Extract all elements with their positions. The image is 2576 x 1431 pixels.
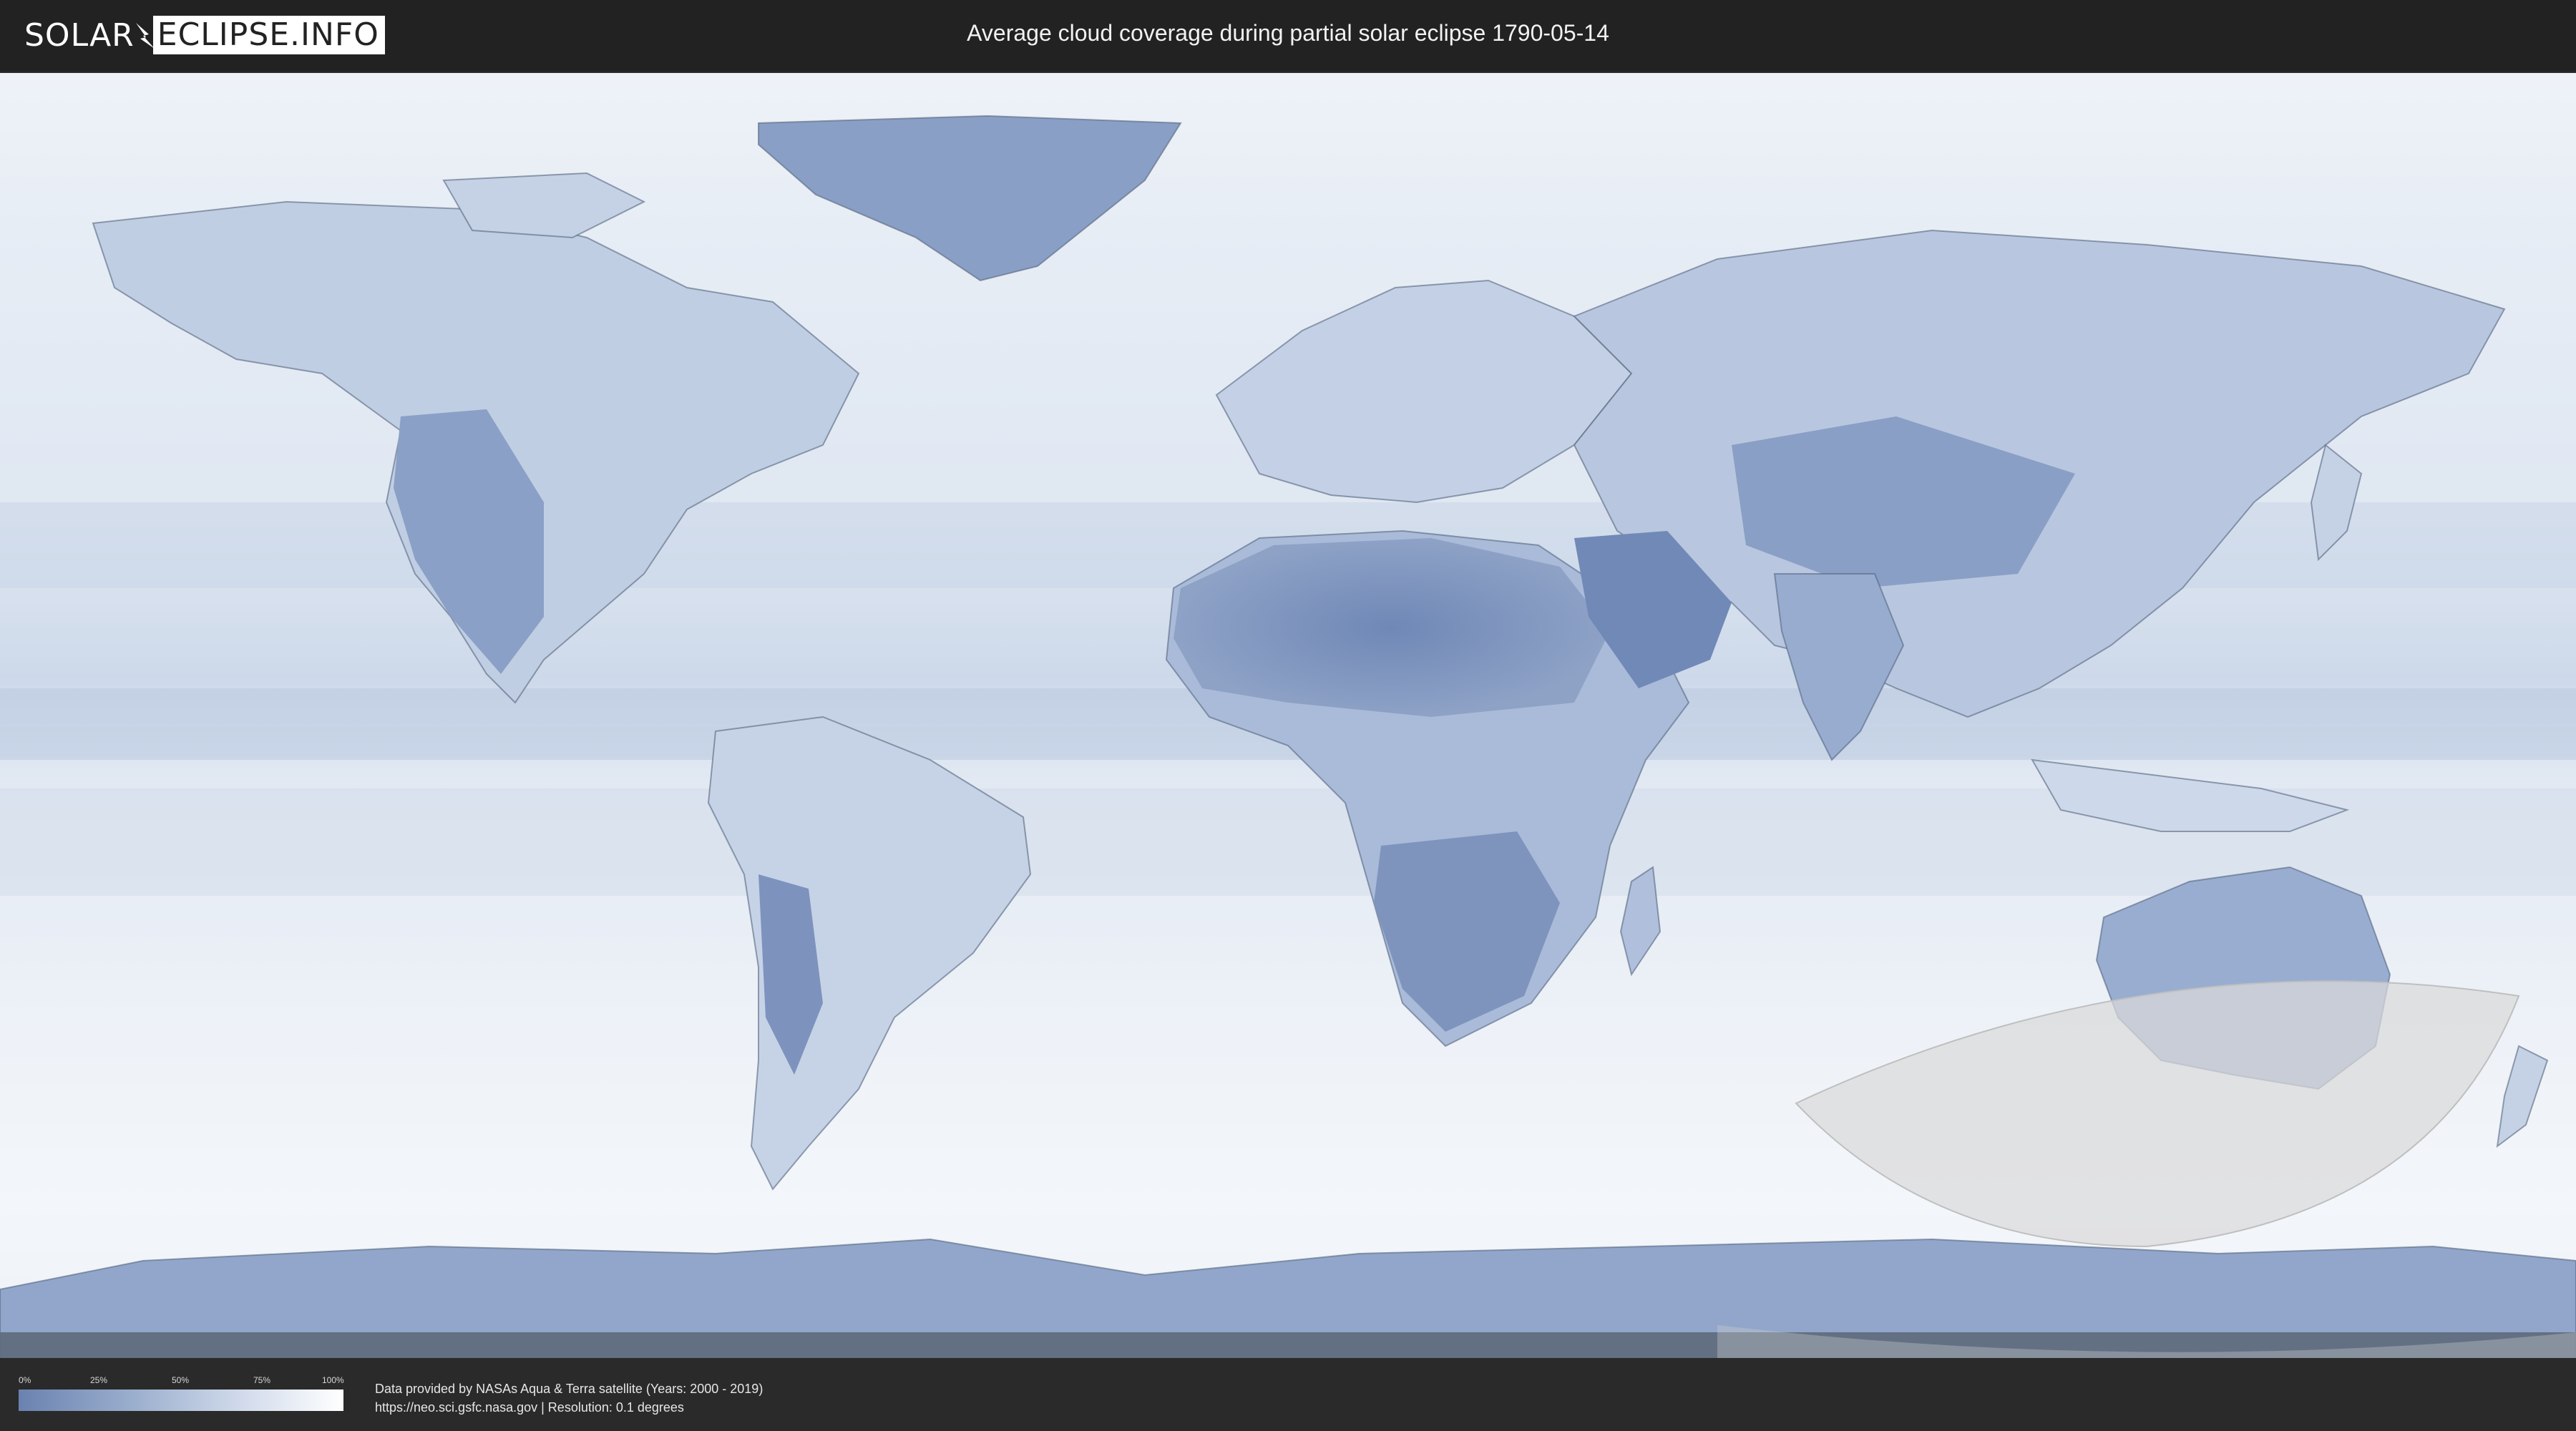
sahara-dry xyxy=(1174,538,1610,717)
credits-line-url: https://neo.sci.gsfc.nasa.gov | Resoluti… xyxy=(375,1400,684,1415)
credits-line-source: Data provided by NASAs Aqua & Terra sate… xyxy=(375,1382,763,1396)
legend-tick-75: 75% xyxy=(253,1375,271,1385)
cloud-coverage-map[interactable] xyxy=(0,73,2576,1358)
footer-bar: 0% 25% 50% 75% 100% Data provided by NAS… xyxy=(0,1358,2576,1431)
legend-tick-25: 25% xyxy=(90,1375,108,1385)
world-map xyxy=(0,73,2576,1358)
legend-ticks: 0% 25% 50% 75% 100% xyxy=(19,1375,344,1388)
data-credits: Data provided by NASAs Aqua & Terra sate… xyxy=(375,1379,763,1417)
legend-tick-100: 100% xyxy=(322,1375,344,1385)
page-title: Average cloud coverage during partial so… xyxy=(967,20,1609,46)
legend-tick-0: 0% xyxy=(19,1375,31,1385)
cloud-cover-legend: 0% 25% 50% 75% 100% xyxy=(19,1375,344,1411)
legend-gradient-bar xyxy=(19,1390,343,1411)
header-bar: SOLAR ECLIPSE.INFO Average cloud coverag… xyxy=(0,0,2576,72)
legend-tick-50: 50% xyxy=(172,1375,190,1385)
